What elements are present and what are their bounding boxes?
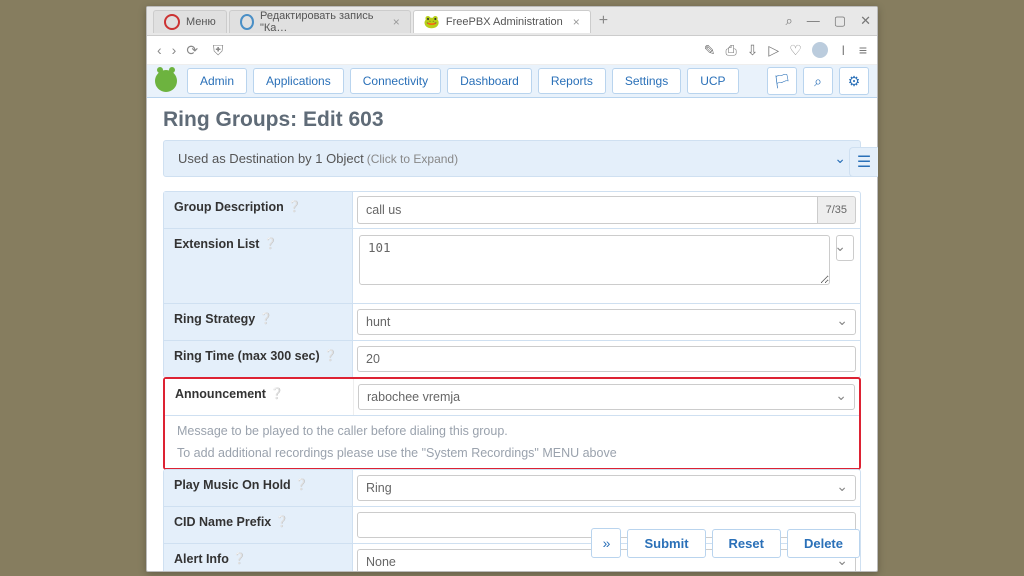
- help-icon[interactable]: ❔: [259, 312, 273, 325]
- gear-icon[interactable]: ⚙: [839, 67, 869, 95]
- browser-tab-0[interactable]: Меню: [153, 10, 227, 33]
- search-button-icon[interactable]: ⌕: [803, 67, 833, 95]
- play-music-select[interactable]: Ring: [357, 475, 856, 501]
- label-alert-info: Alert Info: [174, 552, 229, 566]
- browser-tab-2[interactable]: 🐸 FreePBX Administration ×: [413, 10, 591, 33]
- action-bar: » Submit Reset Delete: [591, 528, 860, 558]
- help-icon[interactable]: ❔: [263, 237, 277, 250]
- ring-strategy-select[interactable]: hunt: [357, 309, 856, 335]
- download-icon[interactable]: ⇩: [747, 42, 759, 59]
- destination-text: Used as Destination by 1 Object: [178, 151, 364, 166]
- chevron-down-icon: ⌄: [834, 150, 846, 167]
- list-side-tab[interactable]: ☰: [849, 147, 878, 177]
- app-menubar: Admin Applications Connectivity Dashboar…: [147, 65, 877, 98]
- help-icon[interactable]: ❔: [270, 387, 284, 400]
- announcement-select[interactable]: rabochee vremja: [358, 384, 855, 410]
- wordpress-icon: [240, 14, 254, 30]
- label-cid-name-prefix: CID Name Prefix: [174, 515, 271, 529]
- browser-tabstrip: Меню Редактировать запись "Ка… × 🐸 FreePBX…: [147, 7, 877, 36]
- announcement-help-1: Message to be played to the caller befor…: [165, 416, 859, 446]
- announcement-section: Announcement ❔ rabochee vremja Message to…: [163, 377, 861, 470]
- vpn-toggle-icon[interactable]: ⏽: [838, 42, 849, 59]
- char-count: 7/35: [817, 196, 856, 224]
- shield-icon[interactable]: ⛨: [208, 42, 228, 59]
- label-play-music-on-hold: Play Music On Hold: [174, 478, 291, 492]
- language-icon[interactable]: 🏳: [767, 67, 797, 95]
- list-icon: ☰: [857, 152, 871, 172]
- menu-connectivity[interactable]: Connectivity: [350, 68, 441, 94]
- form: Group Description❔ 7/35 Extension List❔ …: [163, 191, 861, 378]
- menu-dashboard[interactable]: Dashboard: [447, 68, 532, 94]
- label-ring-time: Ring Time (max 300 sec): [174, 349, 320, 363]
- label-ring-strategy: Ring Strategy: [174, 312, 255, 326]
- label-announcement: Announcement: [175, 387, 266, 401]
- freepbx-icon: 🐸: [424, 14, 440, 30]
- help-icon[interactable]: ❔: [324, 349, 338, 362]
- delete-button[interactable]: Delete: [787, 529, 860, 558]
- new-tab-button[interactable]: +: [593, 12, 614, 30]
- menu-admin[interactable]: Admin: [187, 68, 247, 94]
- user-avatar-icon[interactable]: [812, 42, 828, 58]
- help-icon[interactable]: ❔: [275, 515, 289, 528]
- tab-label: Меню: [186, 16, 216, 28]
- send-icon[interactable]: ▷: [768, 42, 779, 59]
- maximize-icon[interactable]: ▢: [834, 13, 846, 29]
- help-icon[interactable]: ❔: [295, 478, 309, 491]
- submit-button[interactable]: Submit: [627, 529, 705, 558]
- browser-tab-1[interactable]: Редактировать запись "Ка… ×: [229, 10, 411, 33]
- page-content: Ring Groups: Edit 603 Used as Destinatio…: [147, 98, 877, 571]
- opera-icon: [164, 14, 180, 30]
- close-window-icon[interactable]: ✕: [860, 13, 871, 29]
- back-icon[interactable]: ‹: [157, 42, 162, 59]
- tab-label: FreePBX Administration: [446, 16, 563, 28]
- menu-ucp[interactable]: UCP: [687, 68, 738, 94]
- user-quick-select[interactable]: User Quick Select: [836, 235, 854, 261]
- forward-icon[interactable]: ›: [172, 42, 177, 59]
- menu-applications[interactable]: Applications: [253, 68, 344, 94]
- menu-reports[interactable]: Reports: [538, 68, 606, 94]
- minimize-icon[interactable]: —: [807, 13, 820, 29]
- reset-button[interactable]: Reset: [712, 529, 781, 558]
- actions-expand-icon[interactable]: »: [591, 528, 621, 558]
- help-icon[interactable]: ❔: [233, 552, 247, 565]
- ring-time-input[interactable]: [357, 346, 856, 372]
- destination-bar[interactable]: Used as Destination by 1 Object (Click t…: [163, 140, 861, 177]
- label-group-description: Group Description: [174, 200, 284, 214]
- help-icon[interactable]: ❔: [288, 200, 302, 213]
- search-icon[interactable]: ⌕: [786, 13, 793, 29]
- menu-settings[interactable]: Settings: [612, 68, 681, 94]
- page-title: Ring Groups: Edit 603: [163, 108, 861, 132]
- menu-icon[interactable]: ≡: [859, 42, 867, 59]
- freepbx-logo-icon[interactable]: [155, 70, 177, 92]
- camera-icon[interactable]: ⎙: [725, 42, 736, 59]
- reload-icon[interactable]: ⟳: [186, 42, 198, 59]
- destination-expand-hint: (Click to Expand): [367, 152, 458, 166]
- tab-label: Редактировать запись "Ка…: [260, 10, 383, 34]
- browser-toolbar: ‹ › ⟳ ⛨ ✎ ⎙ ⇩ ▷ ♡ ⏽ ≡: [147, 36, 877, 65]
- extension-list-input[interactable]: 101: [359, 235, 830, 285]
- label-extension-list: Extension List: [174, 237, 259, 251]
- group-description-input[interactable]: [357, 196, 817, 224]
- heart-icon[interactable]: ♡: [789, 42, 802, 59]
- close-icon[interactable]: ×: [573, 15, 580, 29]
- announcement-help-2: To add additional recordings please use …: [165, 446, 859, 468]
- close-icon[interactable]: ×: [393, 15, 400, 29]
- edit-icon[interactable]: ✎: [704, 42, 716, 59]
